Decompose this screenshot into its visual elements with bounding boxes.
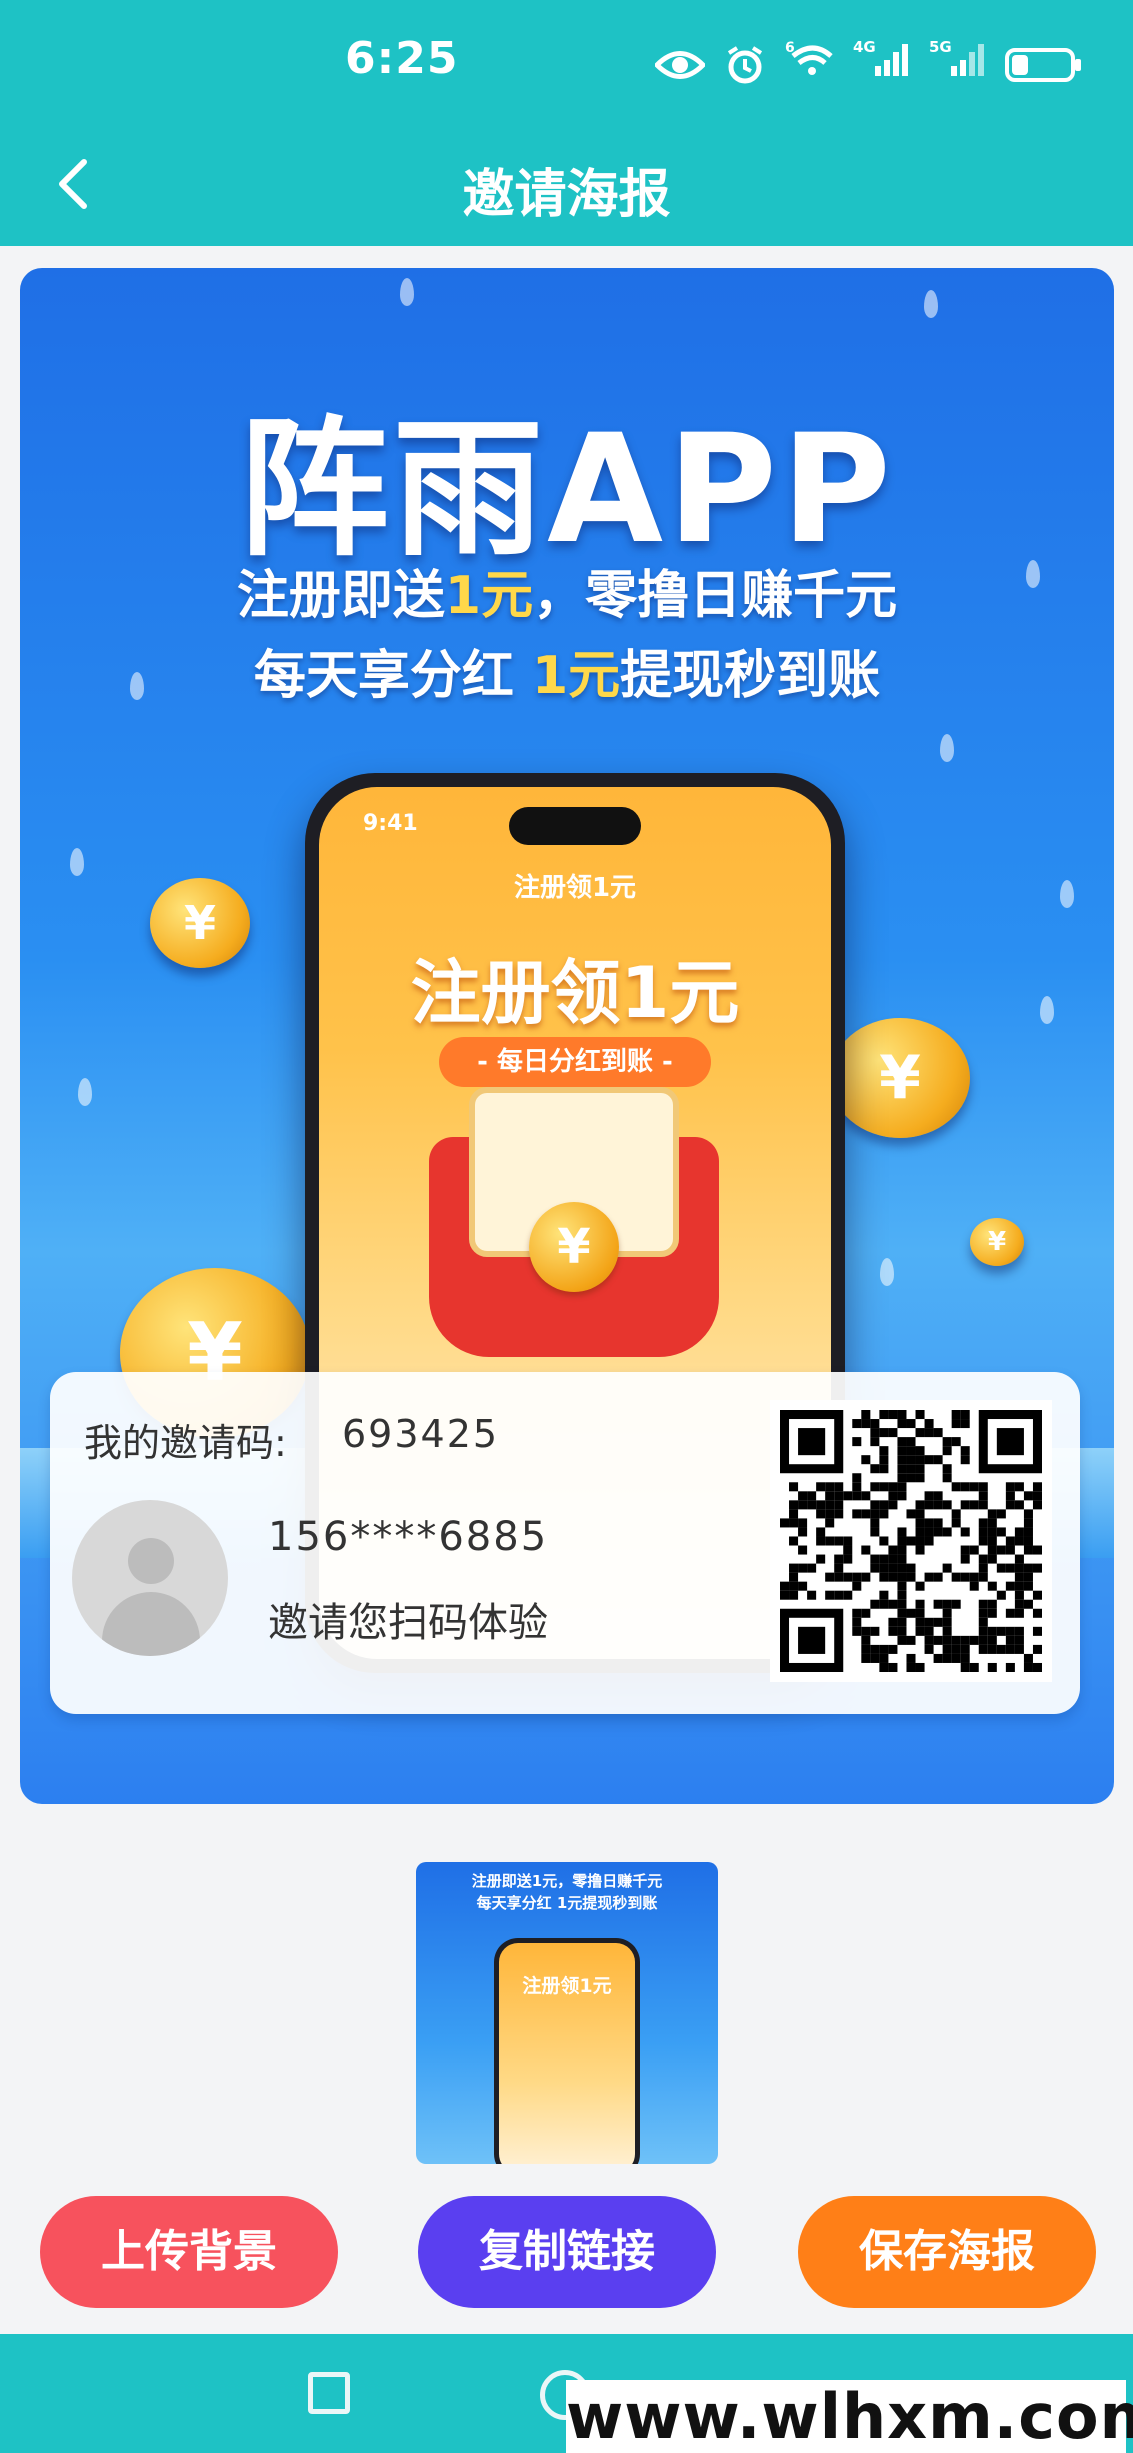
app-header: 邀请海报 <box>0 126 1133 246</box>
battery-icon <box>1005 47 1081 82</box>
poster-subtitle-1: 注册即送1元，零撸日赚千元 <box>236 566 898 626</box>
signal-5g-icon: 5G <box>929 38 985 91</box>
invite-code: 693425 <box>342 1412 500 1456</box>
upload-background-button[interactable]: 上传背景 <box>40 2196 338 2308</box>
poster-subtitle-2: 每天享分红 1元提现秒到账 <box>253 646 881 706</box>
save-poster-button[interactable]: 保存海报 <box>798 2196 1096 2308</box>
status-time: 6:25 <box>345 33 459 84</box>
recents-icon[interactable] <box>308 2372 350 2414</box>
eye-icon <box>655 50 705 79</box>
phone-title: 注册领1元 <box>513 873 637 903</box>
thumb-line-1: 注册即送1元，零撸日赚千元 <box>471 1872 663 1890</box>
inviter-phone: 156****6885 <box>268 1514 549 1560</box>
svg-text:5G: 5G <box>929 38 952 56</box>
phone-headline: 注册领1元 <box>410 952 740 1034</box>
avatar <box>72 1500 228 1656</box>
watermark: www.wlhxm.com <box>566 2380 1133 2453</box>
invite-code-label: 我的邀请码: <box>84 1421 287 1465</box>
status-bar: 6:25 6 4G 5G <box>0 0 1133 126</box>
yen-coin-icon: ¥ <box>529 1202 619 1292</box>
signal-4g-icon: 4G <box>853 38 909 91</box>
page-title: 邀请海报 <box>462 165 671 225</box>
invite-card: 我的邀请码: 693425 156****6885 邀请您扫码体验 <box>50 1372 1080 1714</box>
invite-poster: 阵雨APP 注册即送1元，零撸日赚千元 每天享分红 1元提现秒到账 ¥ ¥ ¥ … <box>20 268 1114 1804</box>
phone-pill: - 每日分红到账 - <box>439 1037 711 1087</box>
qr-code <box>770 1400 1052 1682</box>
coin-icon: ¥ <box>830 1018 970 1138</box>
background-thumbnail[interactable]: 注册即送1元，零撸日赚千元 每天享分红 1元提现秒到账 注册领1元 <box>416 1862 718 2164</box>
coin-icon: ¥ <box>150 878 250 968</box>
thumb-phone: 注册领1元 <box>494 1938 640 2164</box>
phone-time: 9:41 <box>363 811 418 836</box>
alarm-icon <box>727 45 763 83</box>
invite-message: 邀请您扫码体验 <box>268 1600 548 1646</box>
copy-link-button[interactable]: 复制链接 <box>418 2196 716 2308</box>
thumb-headline: 注册领1元 <box>522 1975 612 1997</box>
wifi-icon: 6 <box>785 38 833 91</box>
coin-icon: ¥ <box>970 1218 1024 1266</box>
thumb-line-2: 每天享分红 1元提现秒到账 <box>476 1894 658 1912</box>
svg-text:4G: 4G <box>853 38 876 56</box>
status-icons: 6 4G 5G <box>655 38 1081 91</box>
